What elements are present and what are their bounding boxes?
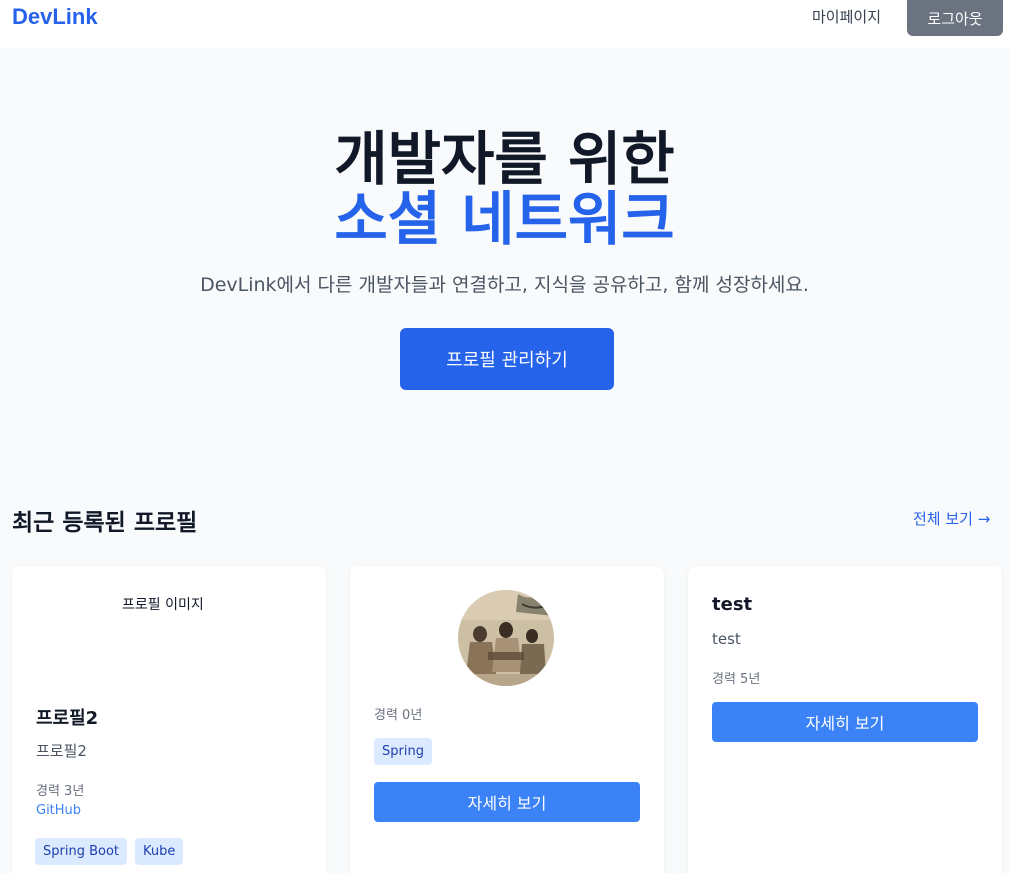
hero-title-line2: 소셜 네트워크 — [334, 185, 675, 253]
github-link[interactable]: GitHub — [36, 803, 81, 818]
skill-tag: Spring — [374, 738, 432, 765]
profile-card: test test 경력 5년 자세히 보기 — [688, 566, 1002, 873]
profile-experience: 경력 0년 — [374, 708, 423, 723]
profile-experience: 경력 3년 — [36, 784, 85, 799]
profile-name: test — [712, 594, 753, 615]
view-all-link[interactable]: 전체 보기 → — [913, 508, 990, 529]
top-navigation-bar: DevLink 마이페이지 로그아웃 — [0, 0, 1009, 48]
view-details-button[interactable]: 자세히 보기 — [374, 782, 640, 822]
profile-card: 프로필 이미지 프로필2 프로필2 경력 3년 GitHub Spring Bo… — [12, 566, 326, 873]
manage-profile-button[interactable]: 프로필 관리하기 — [400, 328, 614, 390]
recent-profiles-title: 최근 등록된 프로필 — [12, 510, 198, 536]
profile-experience: 경력 5년 — [712, 672, 761, 687]
profile-image-broken: 프로필 이미지 — [122, 597, 204, 613]
profile-description: test — [712, 630, 741, 648]
profile-description: 프로필2 — [36, 742, 87, 760]
devlink-logo[interactable]: DevLink — [12, 4, 98, 30]
view-details-button[interactable]: 자세히 보기 — [712, 702, 978, 742]
hero-subtitle: DevLink에서 다른 개발자들과 연결하고, 지식을 공유하고, 함께 성장… — [200, 274, 809, 296]
skill-tag: Kube — [135, 838, 184, 865]
painting-avatar-image — [458, 590, 554, 686]
logout-button[interactable]: 로그아웃 — [907, 0, 1003, 36]
skill-tag: Spring Boot — [35, 838, 128, 865]
mypage-link[interactable]: 마이페이지 — [812, 6, 881, 27]
profile-avatar — [458, 590, 554, 686]
profile-name: 프로필2 — [36, 708, 99, 729]
profile-card: 경력 0년 Spring 자세히 보기 — [350, 566, 664, 873]
